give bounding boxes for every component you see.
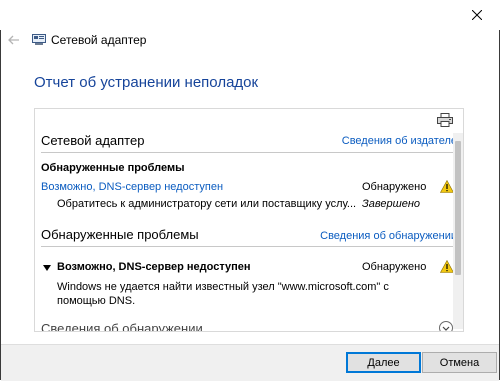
detection-details-link[interactable]: Сведения об обнаружении [320,230,457,242]
title-bar [0,0,500,30]
section-problems-title: Обнаруженные проблемы [41,227,199,242]
action-status: Завершено [362,198,421,210]
dns-problem-link[interactable]: Возможно, DNS-сервер недоступен [41,181,223,193]
expand-section-button[interactable] [439,321,453,331]
problem-description-line2: помощью DNS. [57,295,136,307]
section-detection-details-title: Сведения об обнаружении [41,321,203,332]
back-arrow-icon [8,35,19,45]
section-separator [41,152,457,153]
warning-icon [440,180,454,193]
warning-icon [440,260,454,273]
back-button[interactable] [6,32,22,48]
chevron-down-circle-icon [442,326,450,331]
close-button[interactable] [454,0,500,30]
page-heading: Отчет об устранении неполадок [34,74,259,91]
problem-status-2: Обнаружено [362,261,427,273]
nav-bar: Сетевой адаптер [0,30,500,50]
close-icon [472,10,482,20]
problem-status: Обнаружено [362,181,427,193]
scrollbar-thumb[interactable] [455,141,461,275]
section-adapter-title: Сетевой адаптер [41,133,145,148]
action-text: Обратитесь к администратору сети или пос… [57,198,357,210]
next-button[interactable]: Далее [346,352,421,373]
cancel-button[interactable]: Отмена [422,352,497,373]
publisher-details-link[interactable]: Сведения об издателе [342,135,457,147]
report-panel: Сетевой адаптер Сведения об издателе Обн… [34,108,464,332]
detected-problems-label: Обнаруженные проблемы [41,162,185,174]
problem-description-line1: Windows не удается найти известный узел … [57,281,389,293]
window-title: Сетевой адаптер [51,33,147,47]
triangle-down-icon[interactable] [43,265,51,271]
printer-icon[interactable] [437,113,453,127]
window-border-left [0,0,1,380]
network-adapter-icon [32,34,46,45]
problem-title: Возможно, DNS-сервер недоступен [57,261,251,273]
section-separator [41,246,457,247]
